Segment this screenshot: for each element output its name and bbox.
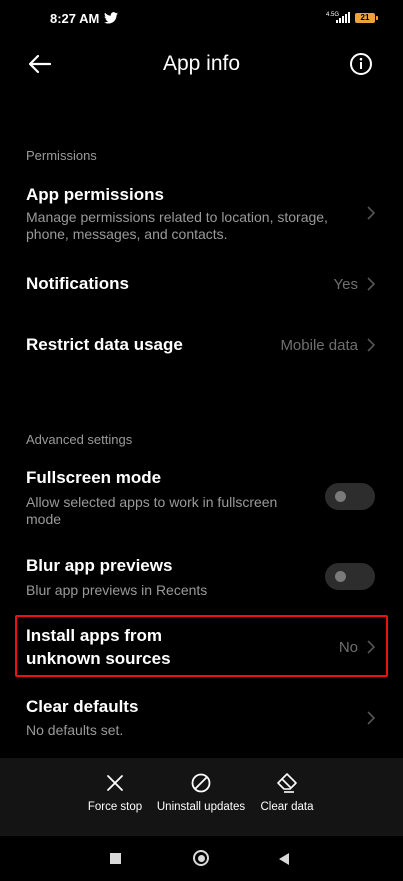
clear-data-button[interactable]: Clear data xyxy=(252,772,322,813)
chevron-right-icon xyxy=(367,711,376,725)
blur-app-previews-toggle[interactable] xyxy=(325,563,375,590)
twitter-icon xyxy=(104,12,118,24)
app-permissions-row[interactable]: App permissions Manage permissions relat… xyxy=(0,178,403,250)
notifications-row[interactable]: Notifications Yes xyxy=(0,264,403,304)
block-icon xyxy=(191,773,211,793)
blur-app-previews-subtitle: Blur app previews in Recents xyxy=(26,582,208,598)
clear-defaults-row[interactable]: Clear defaults No defaults set. xyxy=(0,690,403,742)
app-permissions-subtitle: Manage permissions related to location, … xyxy=(26,209,328,242)
page-title: App info xyxy=(162,52,241,75)
restrict-data-usage-title: Restrict data usage xyxy=(26,335,183,354)
app-permissions-title: App permissions xyxy=(26,185,164,204)
notifications-value: Yes xyxy=(333,276,358,293)
recents-button[interactable] xyxy=(110,853,121,864)
chevron-right-icon xyxy=(367,338,376,352)
notifications-title: Notifications xyxy=(26,274,129,293)
battery-icon: 21 xyxy=(355,13,378,23)
clear-defaults-title: Clear defaults xyxy=(26,697,139,716)
section-advanced-label: Advanced settings xyxy=(26,432,133,447)
back-button[interactable] xyxy=(278,852,290,866)
signal-icon xyxy=(336,12,350,23)
force-stop-button[interactable]: Force stop xyxy=(80,772,150,813)
section-permissions-label: Permissions xyxy=(26,148,97,163)
highlight-box xyxy=(15,615,388,677)
fullscreen-mode-title: Fullscreen mode xyxy=(26,468,162,487)
clear-defaults-subtitle: No defaults set. xyxy=(26,722,124,738)
close-icon xyxy=(107,775,123,791)
status-time: 8:27 AM xyxy=(50,11,100,26)
fullscreen-mode-subtitle: Allow selected apps to work in fullscree… xyxy=(26,494,278,527)
chevron-right-icon xyxy=(367,206,376,220)
force-stop-label: Force stop xyxy=(87,801,143,813)
home-button[interactable] xyxy=(193,850,209,866)
clear-data-label: Clear data xyxy=(260,801,314,813)
info-icon[interactable] xyxy=(349,52,373,76)
uninstall-updates-label: Uninstall updates xyxy=(156,801,246,813)
chevron-right-icon xyxy=(367,277,376,291)
eraser-icon xyxy=(277,773,297,793)
uninstall-updates-button[interactable]: Uninstall updates xyxy=(150,772,252,813)
blur-app-previews-title: Blur app previews xyxy=(26,556,173,575)
restrict-data-usage-row[interactable]: Restrict data usage Mobile data xyxy=(0,324,403,364)
fullscreen-mode-toggle[interactable] xyxy=(325,483,375,510)
restrict-data-usage-value: Mobile data xyxy=(280,337,358,354)
